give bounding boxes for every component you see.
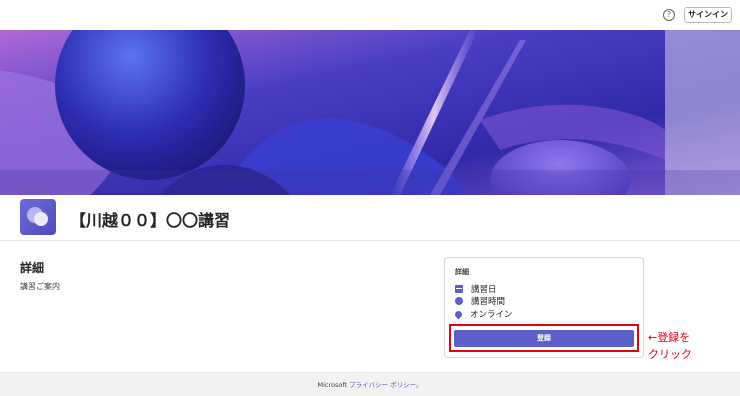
sign-in-button[interactable]: サインイン — [684, 7, 732, 23]
date-label: 講習日 — [471, 285, 497, 295]
main-content: 詳細 講習ご案内 詳細 講習日 講習時間 オンライン — [0, 242, 740, 372]
annotation-line-1: ←登録を — [648, 331, 691, 344]
card-title: 詳細 — [455, 268, 469, 276]
event-title: 【川越００】〇〇講習 — [70, 211, 231, 230]
speech-bubbles-icon — [20, 199, 56, 235]
location-label: オンライン — [470, 310, 513, 320]
time-label: 講習時間 — [471, 297, 506, 307]
time-row: 講習時間 — [455, 295, 505, 307]
clock-icon — [455, 297, 463, 305]
event-description: 講習ご案内 — [20, 282, 60, 291]
location-pin-icon — [453, 309, 464, 319]
event-title-bar: 【川越００】〇〇講習 — [0, 195, 740, 241]
calendar-icon — [455, 285, 463, 293]
hero-banner — [0, 30, 740, 195]
date-row: 講習日 — [455, 283, 497, 295]
help-icon[interactable]: ? — [663, 9, 675, 21]
register-button[interactable]: 登録 — [454, 330, 634, 347]
annotation-line-2: クリック — [648, 348, 692, 361]
footer-brand: Microsoft — [317, 381, 348, 389]
register-annotation: ←登録を クリック — [648, 329, 692, 363]
footer: Microsoft プライバシー ポリシー。 — [0, 372, 740, 396]
privacy-policy-link[interactable]: プライバシー ポリシー。 — [349, 381, 422, 389]
top-bar: ? サインイン — [0, 0, 740, 30]
location-row: オンライン — [453, 308, 513, 320]
details-heading: 詳細 — [20, 261, 45, 275]
